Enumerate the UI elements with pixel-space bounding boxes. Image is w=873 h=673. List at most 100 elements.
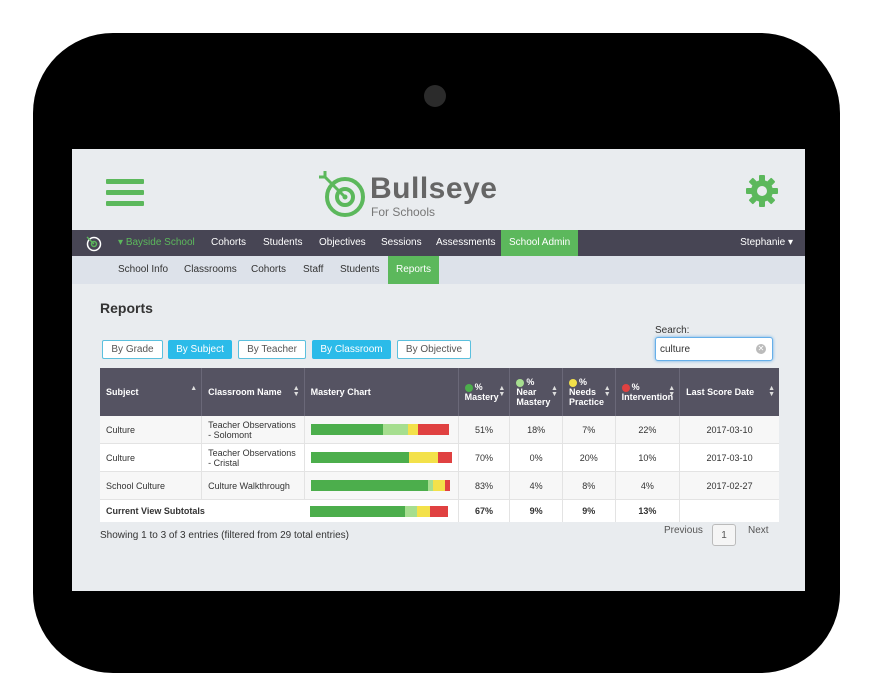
- bar-segment-intervention: [437, 452, 452, 463]
- table-row[interactable]: Culture Teacher Observations - Cristal 70%…: [100, 443, 779, 472]
- bar-segment-mastery: [310, 424, 383, 435]
- bar-segment-needs: [407, 424, 418, 435]
- mastery-chart-bar: [310, 505, 451, 517]
- near-dot-icon: [516, 378, 525, 387]
- filter-by-objective-button[interactable]: By Objective: [397, 340, 471, 359]
- user-name: Stephanie: [740, 237, 786, 248]
- subnav-cohorts[interactable]: Cohorts: [251, 256, 286, 284]
- app-screen: Bullseye For Schools ▾ Bayside School Co…: [72, 149, 805, 591]
- subtotal-label: Current View Subtotals: [100, 499, 305, 522]
- cell-chart: [304, 416, 459, 444]
- subnav-classrooms[interactable]: Classrooms: [184, 256, 237, 284]
- nav-assessments[interactable]: Assessments: [436, 230, 495, 256]
- cell-subject: Culture: [100, 443, 203, 472]
- bar-segment-intervention: [430, 505, 449, 517]
- sort-icon: ▲ ▼: [668, 385, 676, 398]
- page-title: Reports: [100, 300, 153, 316]
- sort-icon: ▲ ▼: [498, 385, 506, 398]
- subnav-staff[interactable]: Staff: [303, 256, 323, 284]
- table-row[interactable]: School Culture Culture Walkthrough 83% 4% 8%…: [100, 471, 779, 500]
- cell-date: 2017-03-10: [679, 416, 779, 444]
- subtotal-row: Current View Subtotals 67% 9% 9% 13%: [100, 499, 779, 522]
- cell-near: 18%: [509, 416, 563, 444]
- subnav-reports[interactable]: Reports: [388, 256, 440, 284]
- sort-icon: ▲ ▼: [603, 385, 611, 398]
- hamburger-menu-icon[interactable]: [106, 179, 144, 209]
- cell-near: 0%: [509, 443, 563, 472]
- header-classroom[interactable]: Classroom Name ▲ ▼: [201, 368, 305, 416]
- filter-by-classroom-button[interactable]: By Classroom: [312, 340, 391, 359]
- page-1-button[interactable]: 1: [712, 524, 736, 546]
- bar-segment-needs: [409, 452, 438, 463]
- cell-mastery: 83%: [458, 471, 511, 500]
- nav-cohorts[interactable]: Cohorts: [211, 230, 246, 256]
- header-mastery[interactable]: % Mastery ▲ ▼: [458, 368, 511, 416]
- needs-dot-icon: [568, 378, 577, 387]
- cell-date: 2017-02-27: [679, 471, 779, 500]
- bar-segment-needs: [433, 480, 445, 491]
- cell-chart: [304, 471, 459, 500]
- sub-nav: School Info Classrooms Cohorts Staff Stu…: [72, 256, 805, 284]
- nav-school-admin[interactable]: School Admin: [501, 230, 579, 256]
- cell-mastery: 70%: [458, 443, 511, 472]
- cell-mastery: 51%: [458, 416, 511, 444]
- header-mastery-chart[interactable]: Mastery Chart: [304, 368, 459, 416]
- subtotal-date: [679, 499, 779, 522]
- reports-table: Subject ▲ Classroom Name ▲ ▼ Mastery Chart …: [100, 368, 779, 522]
- next-page-button[interactable]: Next: [748, 525, 769, 536]
- cell-intervention: 4%: [615, 471, 681, 500]
- cell-needs: 7%: [562, 416, 616, 444]
- header-intervention[interactable]: % Intervention ▲ ▼: [615, 368, 681, 416]
- subtotal-mastery: 67%: [458, 499, 511, 522]
- cell-classroom: Culture Walkthrough: [201, 471, 305, 500]
- bar-segment-intervention: [417, 424, 449, 435]
- nav-bullseye-icon[interactable]: [84, 234, 102, 252]
- subnav-students[interactable]: Students: [340, 256, 379, 284]
- user-dropdown[interactable]: Stephanie ▾: [740, 230, 793, 256]
- bullseye-logo-icon: [319, 171, 365, 217]
- table-info: Showing 1 to 3 of 3 entries (filtered fr…: [100, 530, 350, 541]
- bar-segment-intervention: [444, 480, 451, 491]
- logo-title: Bullseye: [370, 172, 498, 205]
- mastery-dot-icon: [464, 383, 473, 392]
- header-near-mastery[interactable]: % Near Mastery ▲ ▼: [509, 368, 563, 416]
- search-input[interactable]: [660, 339, 752, 359]
- previous-page-button[interactable]: Previous: [664, 525, 703, 536]
- app-header: Bullseye For Schools: [72, 149, 805, 230]
- clear-search-icon[interactable]: ✕: [756, 344, 766, 354]
- cell-subject: Culture: [100, 416, 203, 444]
- search-box: ✕: [655, 337, 773, 361]
- sort-icon: ▲ ▼: [292, 385, 300, 398]
- header-last-score-date[interactable]: Last Score Date ▲ ▼: [679, 368, 779, 416]
- subtotal-near: 9%: [509, 499, 563, 522]
- logo-subtitle: For Schools: [371, 205, 436, 219]
- cell-needs: 8%: [562, 471, 616, 500]
- nav-objectives[interactable]: Objectives: [319, 230, 366, 256]
- cell-chart: [304, 443, 459, 472]
- subtotal-intervention: 13%: [615, 499, 681, 522]
- school-dropdown[interactable]: ▾ Bayside School: [118, 230, 195, 256]
- cell-classroom: Teacher Observations - Solomont: [201, 416, 305, 444]
- subtotal-needs: 9%: [562, 499, 616, 522]
- sort-icon: ▲ ▼: [768, 385, 775, 398]
- cell-near: 4%: [509, 471, 563, 500]
- header-subject[interactable]: Subject ▲: [100, 368, 203, 416]
- bar-segment-needs: [417, 505, 431, 517]
- cell-intervention: 22%: [615, 416, 681, 444]
- header-needs-practice[interactable]: % Needs Practice ▲ ▼: [562, 368, 616, 416]
- search-label: Search:: [655, 325, 690, 336]
- filter-by-subject-button[interactable]: By Subject: [168, 340, 232, 359]
- mastery-chart-bar: [310, 424, 452, 435]
- cell-date: 2017-03-10: [679, 443, 779, 472]
- school-name: Bayside School: [125, 237, 195, 248]
- sort-asc-icon: ▲: [190, 385, 198, 392]
- subnav-school-info[interactable]: School Info: [118, 256, 168, 284]
- bar-segment-mastery: [310, 505, 405, 517]
- nav-sessions[interactable]: Sessions: [381, 230, 422, 256]
- gear-icon[interactable]: [745, 174, 779, 208]
- nav-students[interactable]: Students: [263, 230, 302, 256]
- table-row[interactable]: Culture Teacher Observations - Solomont 51…: [100, 416, 779, 444]
- filter-by-teacher-button[interactable]: By Teacher: [238, 340, 306, 359]
- bar-segment-near: [404, 505, 418, 517]
- filter-by-grade-button[interactable]: By Grade: [102, 340, 163, 359]
